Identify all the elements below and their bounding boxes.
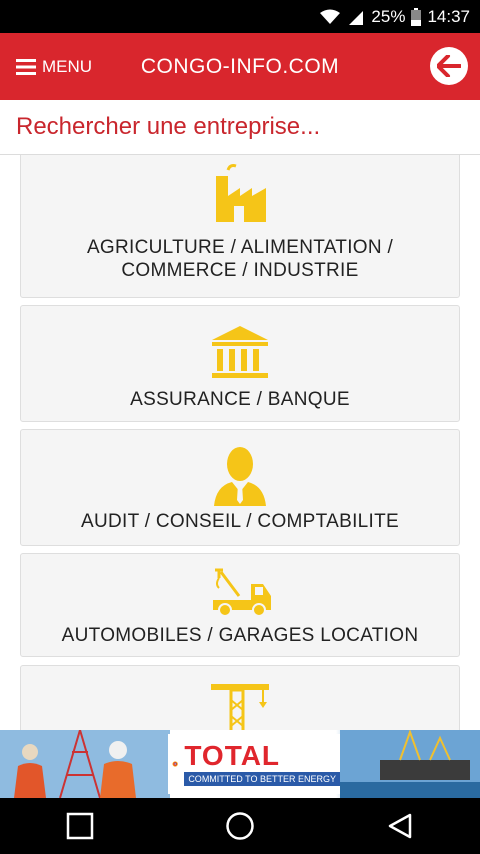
status-bar: 25% 14:37: [0, 0, 480, 33]
category-label: AUDIT / CONSEIL / COMPTABILITE: [81, 511, 399, 532]
back-button[interactable]: [430, 47, 468, 85]
home-icon[interactable]: [225, 811, 255, 841]
category-card-construction[interactable]: [20, 665, 460, 730]
bank-icon: [212, 326, 268, 378]
search-input[interactable]: [16, 113, 456, 141]
battery-percent: 25%: [371, 6, 406, 26]
ad-banner[interactable]: TOTAL COMMITTED TO BETTER ENERGY: [0, 730, 480, 798]
hamburger-icon: [16, 58, 36, 75]
category-label-line2: COMMERCE / INDUSTRIE: [121, 260, 359, 281]
category-card-automobiles[interactable]: AUTOMOBILES / GARAGES LOCATION: [20, 553, 460, 657]
tow-truck-icon: [213, 568, 271, 617]
total-ad: TOTAL COMMITTED TO BETTER ENERGY: [168, 734, 340, 794]
oil-platform-image: [340, 730, 480, 798]
ad-brand: TOTAL: [184, 740, 281, 771]
category-label: ASSURANCE / BANQUE: [130, 389, 350, 410]
consultant-icon: [214, 447, 266, 506]
menu-label: MENU: [42, 56, 93, 76]
category-label-line1: AGRICULTURE / ALIMENTATION /: [86, 237, 394, 258]
wifi-icon: [320, 9, 341, 24]
category-card-agriculture[interactable]: AGRICULTURE / ALIMENTATION / COMMERCE / …: [20, 155, 460, 298]
category-label: AGRICULTURE / ALIMENTATION / COMMERCE / …: [87, 236, 393, 282]
signal-icon: [349, 10, 364, 25]
factory-icon: [216, 164, 266, 222]
category-card-assurance[interactable]: ASSURANCE / BANQUE: [20, 305, 460, 422]
recent-apps-icon[interactable]: [66, 812, 94, 840]
back-nav-icon[interactable]: [386, 812, 414, 840]
category-card-audit[interactable]: AUDIT / CONSEIL / COMPTABILITE: [20, 429, 460, 546]
search-bar: [0, 100, 480, 155]
total-logo-icon: [172, 761, 178, 767]
menu-button[interactable]: MENU: [0, 33, 120, 100]
battery-icon: [411, 7, 422, 26]
arrow-left-icon: [437, 55, 461, 77]
clock: 14:37: [427, 6, 470, 26]
category-label: AUTOMOBILES / GARAGES LOCATION: [61, 625, 419, 646]
workers-image: [0, 730, 170, 798]
category-list[interactable]: AGRICULTURE / ALIMENTATION / COMMERCE / …: [0, 155, 480, 730]
crane-icon: [211, 684, 269, 730]
app-bar: MENU CONGO-INFO.COM: [0, 33, 480, 100]
system-nav-bar: [0, 798, 480, 854]
ad-tagline: COMMITTED TO BETTER ENERGY: [184, 772, 340, 786]
